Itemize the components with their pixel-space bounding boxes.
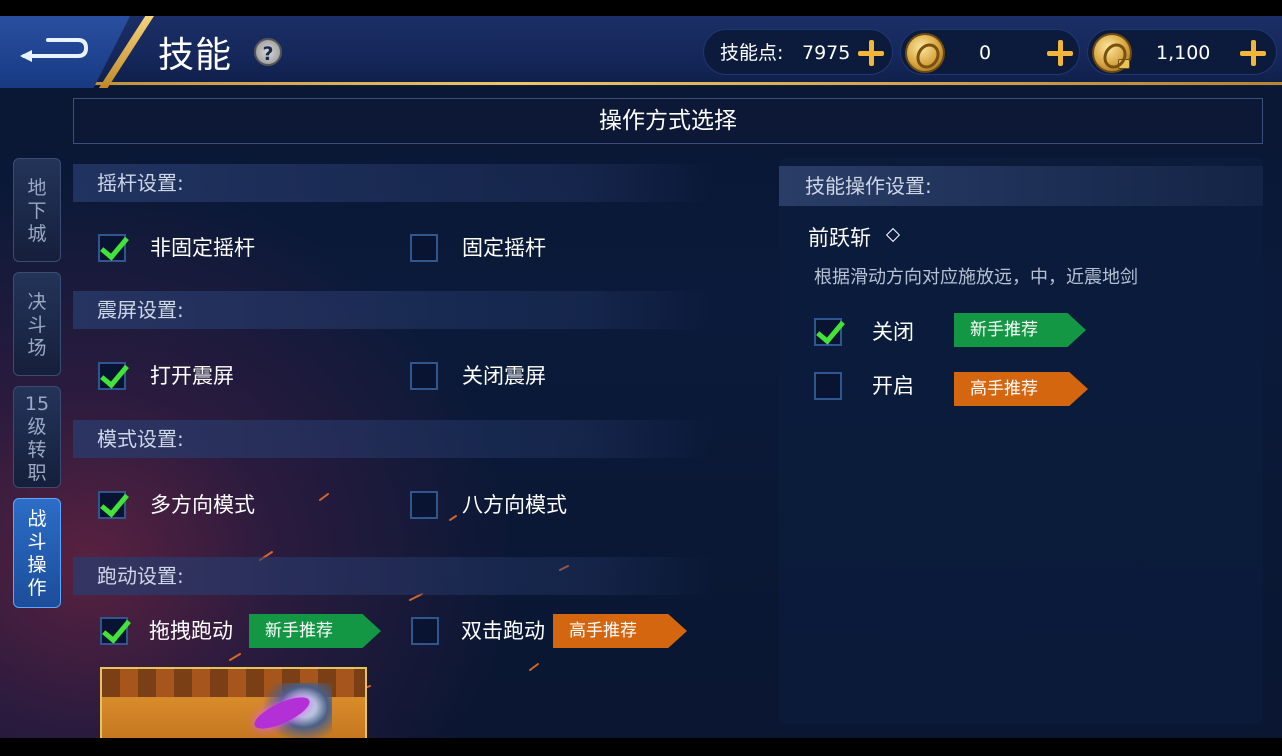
tab-char: 决 xyxy=(27,291,47,313)
skill-description: 根据滑动方向对应施放远，中，近震地剑 xyxy=(814,267,1138,288)
option-vibration-off[interactable]: 关闭震屏 xyxy=(462,362,546,390)
header-divider xyxy=(0,82,1282,85)
operation-mode-title-bar: 操作方式选择 xyxy=(73,98,1263,144)
run-section-header: 跑动设置: xyxy=(73,557,713,595)
tab-arena[interactable]: 决 斗 场 xyxy=(13,272,61,376)
checkbox-vibration-on[interactable] xyxy=(98,362,126,390)
tab-char: 场 xyxy=(27,337,47,359)
option-fixed-joystick[interactable]: 固定摇杆 xyxy=(462,234,546,262)
option-skill-on[interactable]: 开启 xyxy=(872,372,914,400)
letterbox-top xyxy=(0,0,1282,16)
bound-gold-pill: 1,100 xyxy=(1087,29,1277,75)
run-section-title: 跑动设置: xyxy=(97,564,184,588)
gold-coin-icon xyxy=(905,33,945,73)
vibration-section-header: 震屏设置: xyxy=(73,291,713,329)
option-eight-direction[interactable]: 八方向模式 xyxy=(462,491,567,519)
tab-char: 操 xyxy=(27,554,47,576)
letterbox-bottom xyxy=(0,738,1282,756)
tab-char: 战 xyxy=(27,508,47,530)
run-mode-preview-image xyxy=(100,667,367,747)
mode-section-title: 模式设置: xyxy=(97,427,184,451)
skill-points-pill: 技能点: 7975 xyxy=(703,29,893,75)
option-multi-direction[interactable]: 多方向模式 xyxy=(150,491,255,519)
checkbox-eight-direction[interactable] xyxy=(410,491,438,519)
add-skill-points-plus-icon[interactable] xyxy=(858,40,884,66)
page-title: 技能 xyxy=(158,35,233,76)
checkbox-vibration-off[interactable] xyxy=(410,362,438,390)
tab-char: 级 xyxy=(27,416,47,438)
skill-points-value: 7975 xyxy=(802,42,851,64)
beginner-recommended-badge: 新手推荐 xyxy=(249,614,381,648)
checkbox-multi-direction[interactable] xyxy=(98,491,126,519)
skill-beginner-badge: 新手推荐 xyxy=(954,313,1086,347)
tab-class-advance[interactable]: 15 级 转 职 xyxy=(13,386,61,488)
mode-section-header: 模式设置: xyxy=(73,420,713,458)
checkbox-fixed-joystick[interactable] xyxy=(410,234,438,262)
option-skill-off[interactable]: 关闭 xyxy=(872,318,914,346)
option-free-joystick[interactable]: 非固定摇杆 xyxy=(150,234,255,262)
add-bound-gold-plus-icon[interactable] xyxy=(1240,40,1266,66)
tab-char: 斗 xyxy=(27,531,47,553)
option-double-tap-run[interactable]: 双击跑动 xyxy=(461,617,545,645)
bound-gold-value: 1,100 xyxy=(1156,42,1211,64)
add-gold-plus-icon[interactable] xyxy=(1047,40,1073,66)
operation-mode-title: 操作方式选择 xyxy=(599,108,737,134)
tab-char: 作 xyxy=(27,577,47,599)
joystick-section-header: 摇杆设置: xyxy=(73,164,713,202)
checkbox-skill-off[interactable] xyxy=(814,318,842,346)
tab-char: 斗 xyxy=(27,314,47,336)
skill-name: 前跃斩 xyxy=(808,226,871,250)
skill-settings-title: 技能操作设置: xyxy=(805,174,932,198)
skill-expert-badge: 高手推荐 xyxy=(954,372,1088,406)
tab-char: 职 xyxy=(27,462,47,484)
checkbox-double-tap-run[interactable] xyxy=(411,617,439,645)
checkbox-drag-run[interactable] xyxy=(100,617,128,645)
vibration-section-title: 震屏设置: xyxy=(97,298,184,322)
skill-settings-header: 技能操作设置: xyxy=(779,166,1263,206)
tab-char: 下 xyxy=(27,200,47,222)
expert-recommended-badge: 高手推荐 xyxy=(553,614,687,648)
tab-combat-controls[interactable]: 战 斗 操 作 xyxy=(13,498,61,608)
tab-char: 地 xyxy=(27,177,47,199)
tab-char: 转 xyxy=(27,439,47,461)
option-drag-run[interactable]: 拖拽跑动 xyxy=(149,617,233,645)
tab-char: 15 xyxy=(24,393,50,415)
tab-char: 城 xyxy=(27,223,47,245)
skill-points-label: 技能点: xyxy=(720,42,784,64)
checkbox-free-joystick[interactable] xyxy=(98,234,126,262)
gold-value: 0 xyxy=(979,42,992,64)
gold-pill: 0 xyxy=(900,29,1080,75)
bound-gold-coin-icon xyxy=(1092,33,1132,73)
help-icon[interactable]: ? xyxy=(254,38,282,66)
game-screen: 技能 ? 技能点: 7975 0 1,100 操作方式选择 地 下 城 决 斗 … xyxy=(0,0,1282,756)
lock-icon xyxy=(1118,59,1130,69)
tab-dungeon[interactable]: 地 下 城 xyxy=(13,158,61,262)
checkbox-skill-on[interactable] xyxy=(814,372,842,400)
joystick-section-title: 摇杆设置: xyxy=(97,171,184,195)
back-arrow-icon[interactable] xyxy=(18,36,88,66)
option-vibration-on[interactable]: 打开震屏 xyxy=(150,362,234,390)
